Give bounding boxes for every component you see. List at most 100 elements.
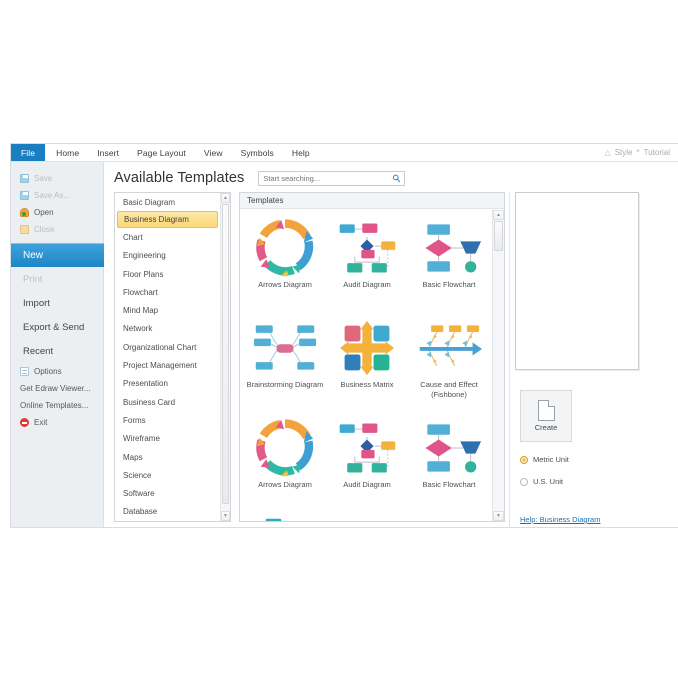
category-label: Maps (123, 452, 143, 462)
category-item-basic-diagram[interactable]: Basic Diagram (115, 193, 220, 211)
backstage-item-export-send[interactable]: Export & Send (11, 315, 103, 339)
window-body: Save Save As... Open Close New Print Imp… (11, 162, 678, 527)
ribbon-tab-insert[interactable]: Insert (88, 144, 128, 161)
category-list-scrollbar[interactable]: ▲ ▼ (220, 193, 230, 521)
category-item-database[interactable]: Database (115, 503, 220, 521)
template-item[interactable]: Basic Flowchart (408, 416, 490, 516)
unit-option-label: Metric Unit (533, 455, 569, 464)
ribbon-tab-file[interactable]: File (11, 144, 46, 161)
category-item-organizational-chart[interactable]: Organizational Chart (115, 338, 220, 356)
template-item[interactable]: Arrows Diagram (244, 216, 326, 316)
category-item-maps[interactable]: Maps (115, 448, 220, 466)
options-icon (20, 367, 29, 376)
page-title: Available Templates (114, 170, 245, 186)
template-label: Business Matrix (340, 380, 394, 389)
radio-icon[interactable] (520, 455, 528, 464)
category-label: Network (123, 324, 153, 334)
unit-option-metric[interactable]: Metric Unit (520, 455, 653, 464)
template-item[interactable]: Brainstorming Diagram (244, 316, 326, 416)
help-link[interactable]: Help: Business Diagram (520, 515, 600, 524)
audit-flow-thumbnail (332, 216, 402, 280)
backstage-item-close[interactable]: Close (11, 221, 103, 238)
backstage-item-label: Save (34, 174, 53, 183)
backstage-item-save-as[interactable]: Save As... (11, 187, 103, 204)
backstage-item-save[interactable]: Save (11, 170, 103, 187)
category-item-business-card[interactable]: Business Card (115, 393, 220, 411)
category-item-network[interactable]: Network (115, 320, 220, 338)
backstage-item-open[interactable]: Open (11, 204, 103, 221)
template-label: Cause and Effect (Fishbone) (420, 380, 478, 399)
preview-panel: Create Metric Unit U.S. Unit Help: Busin… (509, 192, 653, 527)
template-item[interactable]: Audit Diagram (326, 216, 408, 316)
matrix-thumbnail (332, 316, 402, 380)
backstage-item-options[interactable]: Options (11, 363, 103, 380)
category-item-floor-plans[interactable]: Floor Plans (115, 265, 220, 283)
ribbon-tab-symbols[interactable]: Symbols (232, 144, 283, 161)
ribbon-tab-view[interactable]: View (195, 144, 232, 161)
category-label: Presentation (123, 379, 168, 389)
partial-thumbnail (414, 516, 484, 521)
new-page-icon (537, 400, 555, 421)
backstage-item-label: Open (34, 208, 54, 217)
templates-scrollbar[interactable]: ▲ ▼ (492, 210, 504, 521)
backstage-item-exit[interactable]: Exit (11, 414, 103, 431)
template-item[interactable]: Business Matrix (326, 316, 408, 416)
ribbon-tab-page-layout[interactable]: Page Layout (128, 144, 195, 161)
category-label: Floor Plans (123, 269, 164, 279)
template-label: Arrows Diagram (258, 480, 312, 489)
tutorial-link[interactable]: Tutorial (644, 148, 670, 157)
template-item[interactable]: Basic Flowchart (408, 216, 490, 316)
category-label: Software (123, 489, 155, 499)
backstage-item-import[interactable]: Import (11, 291, 103, 315)
backstage-item-online-templates[interactable]: Online Templates... (11, 397, 103, 414)
category-item-engineering[interactable]: Engineering (115, 247, 220, 265)
category-label: Business Diagram (124, 215, 189, 225)
category-item-business-diagram[interactable]: Business Diagram (117, 211, 218, 229)
radio-icon[interactable] (520, 477, 528, 486)
template-item[interactable]: Cause and Effect (Fishbone) (408, 316, 490, 416)
ribbon-tab-help[interactable]: Help (283, 144, 319, 161)
scroll-down-button[interactable]: ▼ (221, 511, 230, 521)
style-link[interactable]: Style (615, 148, 633, 157)
category-label: Basic Diagram (123, 197, 176, 207)
backstage-item-label: Get Edraw Viewer... (20, 384, 91, 393)
scroll-up-button[interactable]: ▲ (221, 193, 230, 203)
backstage-item-recent[interactable]: Recent (11, 339, 103, 363)
backstage-item-get-edraw-viewer[interactable]: Get Edraw Viewer... (11, 380, 103, 397)
category-item-flowchart[interactable]: Flowchart (115, 283, 220, 301)
search-icon[interactable] (392, 174, 401, 183)
unit-option-us[interactable]: U.S. Unit (520, 477, 653, 486)
category-item-mind-map[interactable]: Mind Map (115, 301, 220, 319)
category-item-science[interactable]: Science (115, 466, 220, 484)
category-item-wireframe[interactable]: Wireframe (115, 430, 220, 448)
templates-panel: Templates Arrows Diagram Audit Diagram B… (239, 192, 505, 522)
scroll-down-button[interactable]: ▼ (493, 511, 504, 521)
template-item-partial[interactable] (326, 516, 408, 521)
chevron-down-icon: ▼ (496, 512, 501, 519)
template-item-partial[interactable] (244, 516, 326, 521)
ribbon-tab-home[interactable]: Home (47, 144, 88, 161)
backstage-item-new[interactable]: New (11, 243, 112, 267)
category-item-project-management[interactable]: Project Management (115, 356, 220, 374)
category-label: Project Management (123, 361, 197, 371)
backstage-content: Available Templates Basic Diagram (104, 162, 678, 527)
scrollbar-thumb[interactable] (494, 221, 503, 251)
search-input[interactable] (259, 171, 388, 185)
search-box[interactable] (258, 170, 406, 186)
category-item-software[interactable]: Software (115, 484, 220, 502)
arrows-circle-thumbnail (250, 416, 320, 480)
scroll-up-button[interactable]: ▲ (493, 210, 504, 220)
template-item-partial[interactable] (408, 516, 490, 521)
category-item-forms[interactable]: Forms (115, 411, 220, 429)
category-item-chart[interactable]: Chart (115, 228, 220, 246)
create-button[interactable]: Create (520, 390, 572, 442)
template-label: Basic Flowchart (422, 480, 476, 489)
screenshot-canvas: File Home Insert Page Layout View Symbol… (0, 0, 678, 678)
template-item[interactable]: Arrows Diagram (244, 416, 326, 516)
template-item[interactable]: Audit Diagram (326, 416, 408, 516)
ribbon-tab-bar: File Home Insert Page Layout View Symbol… (11, 144, 678, 162)
category-item-presentation[interactable]: Presentation (115, 375, 220, 393)
backstage-item-label: Options (34, 367, 62, 376)
backstage-item-print[interactable]: Print (11, 267, 103, 291)
scrollbar-thumb[interactable] (222, 204, 229, 504)
